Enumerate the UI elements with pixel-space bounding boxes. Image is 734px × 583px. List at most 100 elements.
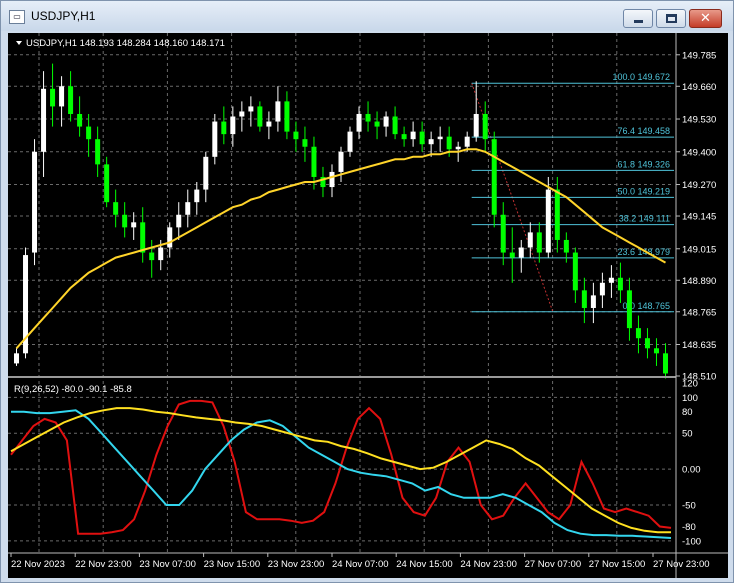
grid-lines <box>8 33 674 553</box>
price-label: 148.765 <box>682 307 716 318</box>
time-label: 24 Nov 15:00 <box>396 559 453 570</box>
candle-body <box>275 101 281 122</box>
price-label: 148.890 <box>682 276 716 287</box>
candle-body <box>140 222 146 253</box>
candle-body <box>491 139 497 215</box>
price-label: 149.785 <box>682 50 716 61</box>
candle-body <box>59 86 65 107</box>
time-label: 22 Nov 23:00 <box>75 559 132 570</box>
osc-slow-line <box>10 407 671 534</box>
title-bar[interactable]: ▭ USDJPY,H1 ✕ <box>1 1 733 31</box>
candle-body <box>284 101 290 132</box>
fibonacci-level-label: 50.0 149.219 <box>617 186 670 196</box>
candle-body <box>635 328 641 339</box>
fibonacci-level-label: 61.8 149.326 <box>617 159 670 169</box>
candle-body <box>536 232 542 253</box>
candle-body <box>68 86 74 114</box>
candle-body <box>329 171 335 188</box>
candle-body <box>626 290 632 329</box>
candle-body <box>122 214 128 228</box>
candle-body <box>473 113 479 137</box>
time-label: 27 Nov 23:00 <box>653 559 710 570</box>
candle-body <box>95 139 101 165</box>
candle-body <box>437 136 443 140</box>
indicator-scale-label: -80 <box>682 522 696 533</box>
indicator-scale-label: 0.00 <box>682 465 701 476</box>
candle-body <box>455 146 461 150</box>
time-label: 24 Nov 07:00 <box>332 559 389 570</box>
minimize-icon <box>634 20 643 23</box>
candle-body <box>167 227 173 248</box>
candle-body <box>293 131 299 140</box>
candle-body <box>212 121 218 157</box>
candle-body <box>149 252 155 261</box>
candle-body <box>518 247 524 258</box>
fibonacci-retracement[interactable]: 100.0 149.672 76.4 149.458 61.8 149.326 50.… <box>471 72 674 313</box>
price-label: 149.015 <box>682 244 716 255</box>
candle-body <box>365 113 371 122</box>
candle-body <box>248 106 254 112</box>
candlestick-series <box>14 63 668 379</box>
candle-body <box>266 121 272 127</box>
indicator-panel-header: R(9,26,52) -80.0 -90.1 -85.8 <box>14 384 132 395</box>
candle-body <box>50 88 56 107</box>
time-label: 27 Nov 07:00 <box>525 559 582 570</box>
maximize-icon <box>666 14 677 23</box>
candle-body <box>374 121 380 127</box>
candle-body <box>185 202 191 215</box>
price-label: 149.270 <box>682 180 716 191</box>
chart-menu-triangle-icon[interactable] <box>16 41 22 45</box>
candle-body <box>608 277 614 283</box>
candle-body <box>230 116 236 135</box>
window-title: USDJPY,H1 <box>31 9 96 23</box>
candle-body <box>428 139 434 145</box>
candle-body <box>104 164 110 203</box>
price-label: 149.530 <box>682 115 716 126</box>
candle-body <box>500 214 506 253</box>
chart-window-icon: ▭ <box>9 10 25 24</box>
indicator-scale-label: -100 <box>682 536 701 547</box>
candle-body <box>356 113 362 132</box>
candle-body <box>527 232 533 248</box>
indicator-scale-label: -50 <box>682 500 696 511</box>
minimize-button[interactable] <box>623 9 653 28</box>
candle-body <box>221 121 227 135</box>
candle-body <box>392 116 398 135</box>
close-button[interactable]: ✕ <box>689 9 722 28</box>
candle-body <box>482 113 488 140</box>
candle-body <box>383 116 389 127</box>
candle-body <box>32 151 38 253</box>
candle-body <box>347 131 353 152</box>
candle-body <box>509 252 515 258</box>
candle-body <box>194 189 200 203</box>
axis-labels: 149.785 149.660 149.530 149.400 149.270 149.1… <box>10 50 716 570</box>
time-label: 22 Nov 2023 <box>11 559 65 570</box>
candle-body <box>599 282 605 296</box>
candle-body <box>581 290 587 308</box>
maximize-button[interactable] <box>656 9 686 28</box>
candle-body <box>239 111 245 117</box>
chart-area[interactable]: 100.0 149.672 76.4 149.458 61.8 149.326 50.… <box>8 33 728 578</box>
candle-body <box>545 189 551 253</box>
price-label: 149.400 <box>682 147 716 158</box>
candle-body <box>563 239 569 253</box>
close-icon: ✕ <box>700 11 711 26</box>
indicator-scale-label: 120 <box>682 379 698 390</box>
candle-body <box>86 126 92 140</box>
time-label: 23 Nov 07:00 <box>139 559 196 570</box>
candle-body <box>572 252 578 291</box>
candle-body <box>113 202 119 215</box>
fibonacci-level-label: 23.6 148.979 <box>617 247 670 257</box>
time-label: 23 Nov 15:00 <box>204 559 261 570</box>
price-label: 149.660 <box>682 82 716 93</box>
indicator-scale-label: 100 <box>682 393 698 404</box>
indicator-scale-label: 50 <box>682 429 693 440</box>
time-label: 23 Nov 23:00 <box>268 559 325 570</box>
chart-canvas[interactable]: 100.0 149.672 76.4 149.458 61.8 149.326 50.… <box>8 33 728 578</box>
price-panel-header: USDJPY,H1 148.193 148.284 148.160 148.17… <box>26 38 225 49</box>
price-label: 148.635 <box>682 340 716 351</box>
osc-mid-line <box>11 409 672 539</box>
fibonacci-level-label: 38.2 149.111 <box>619 214 670 224</box>
candle-body <box>644 338 650 349</box>
time-label: 24 Nov 23:00 <box>460 559 517 570</box>
